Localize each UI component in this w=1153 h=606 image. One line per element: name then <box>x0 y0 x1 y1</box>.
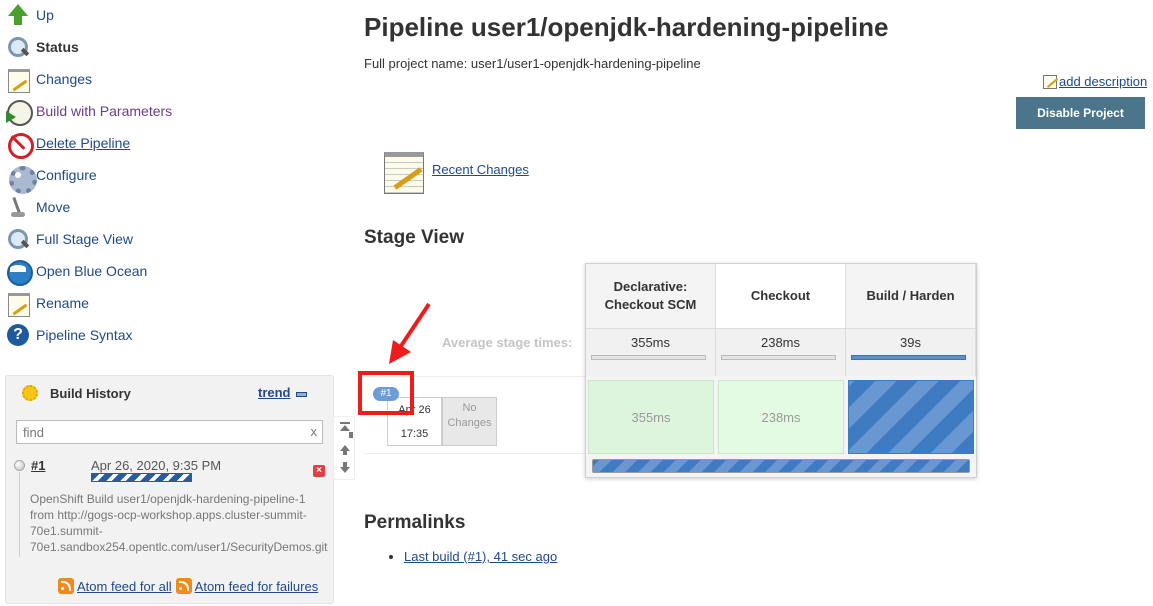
no-changes-box: No Changes <box>442 397 497 446</box>
sidebar-item-label: Changes <box>36 71 93 87</box>
stage-header: Checkout <box>716 264 846 328</box>
build-description: OpenShift Build user1/openjdk-hardening-… <box>30 492 328 554</box>
sidebar-item-changes[interactable]: Changes <box>6 66 93 93</box>
permalink-item: Last build (#1), 41 sec ago <box>404 549 557 564</box>
up-arrow-icon <box>6 3 30 27</box>
annotation-arrow-icon <box>389 302 431 364</box>
build-history-panel: Build History trend x #1 Apr 26, 2020, 9… <box>5 375 334 604</box>
stage-view-title: Stage View <box>364 227 464 248</box>
sidebar-item-label: Up <box>36 7 54 23</box>
scroll-top-icon[interactable] <box>340 422 353 438</box>
build-status-ball-icon <box>14 460 25 471</box>
stage-header: Declarative: Checkout SCM <box>586 264 716 328</box>
annotation-highlight-box <box>358 371 414 415</box>
sidebar-item-label: Build with Parameters <box>36 103 173 119</box>
recent-changes: Recent Changes <box>382 148 529 194</box>
sidebar-item-configure[interactable]: Configure <box>6 162 97 194</box>
sidebar-item-rename[interactable]: Rename <box>6 290 89 317</box>
stage-average-bar <box>851 355 966 360</box>
average-stage-times-label: Average stage times: <box>442 335 573 350</box>
last-build-link[interactable]: Last build (#1), 41 sec ago <box>404 549 557 564</box>
stage-average-bar <box>591 355 706 360</box>
magnifier-icon <box>6 35 30 59</box>
build-run-time: 17:35 <box>400 428 429 440</box>
trend-link[interactable]: trend <box>258 385 291 400</box>
stage-average-time: 39s <box>846 328 976 376</box>
sidebar-item-up[interactable]: Up <box>6 2 54 28</box>
edit-pencil-icon <box>1043 74 1057 89</box>
atom-feeds: Atom feed for all Atom feed for failures <box>58 578 322 594</box>
build-progress-bar <box>91 473 192 482</box>
sidebar-item-full-stage-view[interactable]: Full Stage View <box>6 226 133 252</box>
sidebar-item-delete-pipeline[interactable]: Delete Pipeline <box>6 130 131 159</box>
help-icon <box>6 323 30 347</box>
weather-sun-icon <box>22 385 38 401</box>
build-search-input[interactable] <box>17 421 297 443</box>
add-description: add description <box>1043 74 1147 89</box>
build-history-title: Build History <box>50 385 131 401</box>
sidebar-item-build-with-parameters[interactable]: Build with Parameters <box>6 98 173 126</box>
stage-average-value: 39s <box>900 335 921 350</box>
trend-toggle-icon[interactable] <box>296 392 307 397</box>
stage-view-table: Declarative: Checkout SCM Checkout Build… <box>585 263 977 478</box>
stage-average-bar <box>721 355 836 360</box>
sidebar-item-label: Open Blue Ocean <box>36 263 148 279</box>
notepad-icon <box>382 148 426 194</box>
move-icon <box>6 195 30 219</box>
stage-scroll-controls <box>333 416 355 480</box>
stage-header: Build / Harden <box>846 264 976 328</box>
sidebar-item-label: Pipeline Syntax <box>36 327 133 343</box>
sidebar-item-move[interactable]: Move <box>6 194 70 220</box>
permalinks-list: Last build (#1), 41 sec ago <box>388 549 557 564</box>
stage-average-time: 238ms <box>716 328 846 376</box>
add-description-link[interactable]: add description <box>1059 74 1147 89</box>
sidebar-item-label: Full Stage View <box>36 231 134 247</box>
sidebar-item-label: Configure <box>36 167 97 183</box>
atom-feed-all-link[interactable]: Atom feed for all <box>77 579 172 594</box>
sidebar-item-label: Delete Pipeline <box>36 135 131 151</box>
atom-feed-failures-link[interactable]: Atom feed for failures <box>195 579 319 594</box>
rss-icon <box>175 578 192 594</box>
scroll-down-icon[interactable] <box>340 462 350 476</box>
sidebar-item-label: Status <box>36 39 79 55</box>
sidebar-item-open-blue-ocean[interactable]: Open Blue Ocean <box>6 258 148 286</box>
side-panel: Up Status Changes Build with Parameters … <box>0 0 340 606</box>
sidebar-item-status[interactable]: Status <box>6 34 79 60</box>
scroll-up-icon[interactable] <box>340 442 350 456</box>
blue-ocean-icon <box>6 259 33 286</box>
build-search-box: x <box>16 420 323 444</box>
magnifier-icon <box>6 227 30 251</box>
stage-cell-success[interactable]: 355ms <box>588 380 714 454</box>
sidebar-item-label: Rename <box>36 295 89 311</box>
notepad-icon <box>6 291 30 317</box>
stage-average-time: 355ms <box>586 328 716 376</box>
recent-changes-link[interactable]: Recent Changes <box>432 162 529 177</box>
permalinks-title: Permalinks <box>364 512 466 533</box>
stage-cell-running[interactable] <box>848 380 974 454</box>
no-entry-icon <box>6 131 34 159</box>
page-title: Pipeline user1/openjdk-hardening-pipelin… <box>364 12 889 42</box>
clear-search-icon[interactable]: x <box>311 424 318 439</box>
run-progress-bar <box>592 459 970 473</box>
stage-average-value: 355ms <box>630 335 671 350</box>
sidebar-item-pipeline-syntax[interactable]: Pipeline Syntax <box>6 322 133 348</box>
rss-icon <box>58 578 74 594</box>
stage-average-value: 238ms <box>760 335 801 350</box>
timeline-divider <box>19 472 20 557</box>
build-number-link[interactable]: #1 <box>31 458 45 473</box>
sidebar-item-label: Move <box>36 199 71 215</box>
disable-project-button[interactable]: Disable Project <box>1016 97 1145 129</box>
full-project-name: Full project name: user1/user1-openjdk-h… <box>364 56 701 71</box>
stage-cell-success[interactable]: 238ms <box>718 380 844 454</box>
cancel-build-icon[interactable]: × <box>313 465 325 477</box>
build-date: Apr 26, 2020, 9:35 PM <box>91 458 222 473</box>
notepad-icon <box>6 67 30 93</box>
clock-play-icon <box>6 99 33 126</box>
gear-icon <box>6 163 37 194</box>
